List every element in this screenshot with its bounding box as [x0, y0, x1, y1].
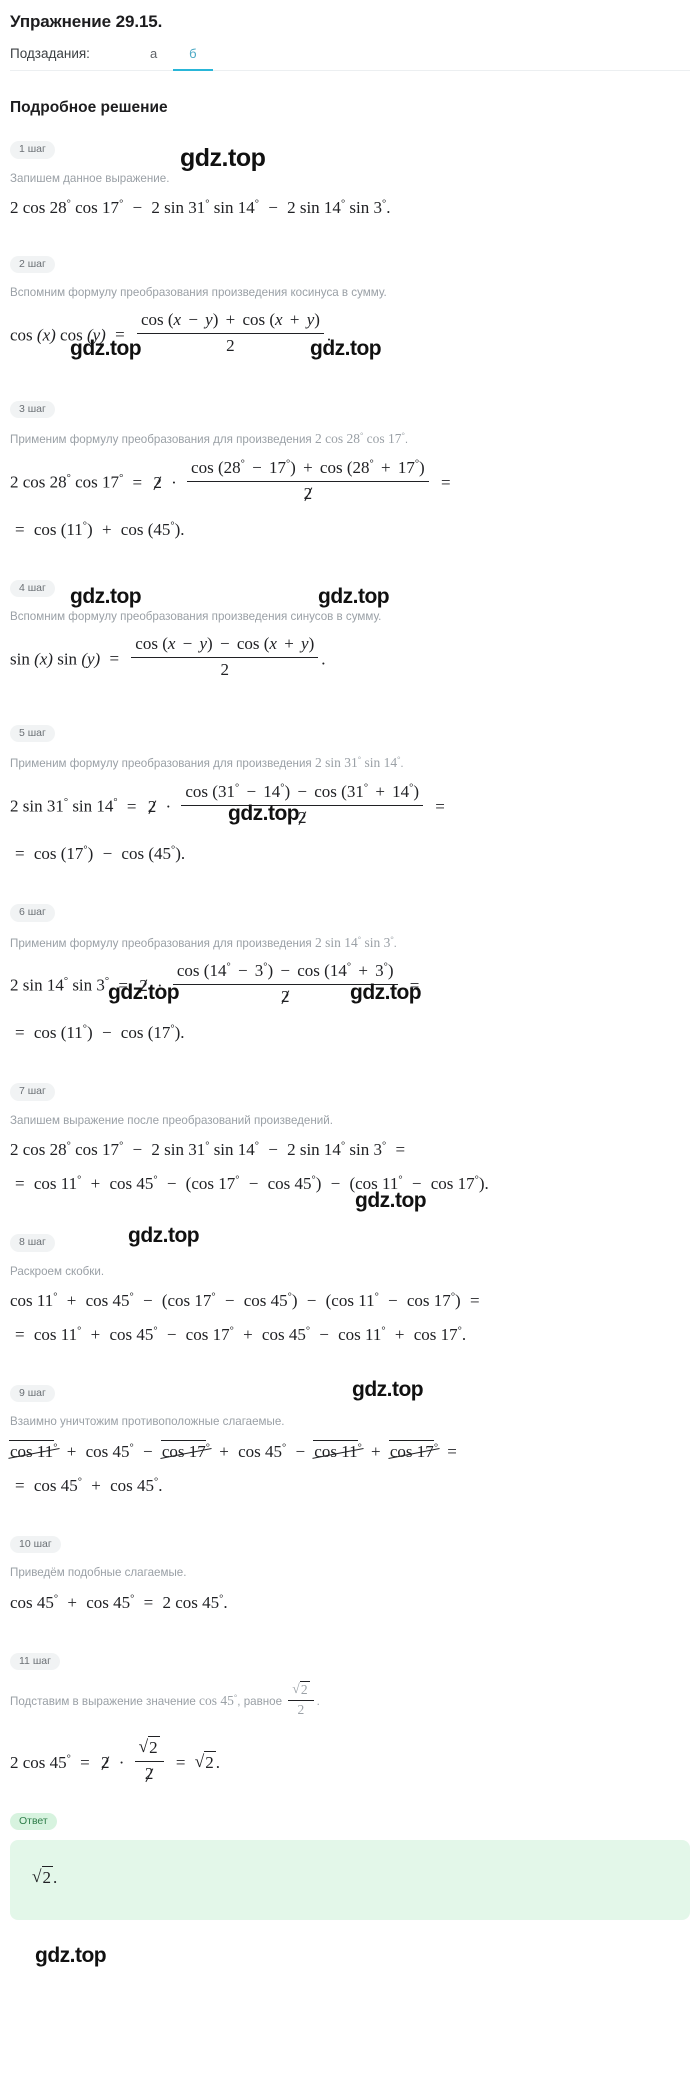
step-5: 5 шаг Применим формулу преобразования дл… — [10, 723, 690, 866]
tab-subtask-a[interactable]: а — [134, 44, 173, 71]
step-badge: 3 шаг — [10, 400, 55, 419]
step-description: Взаимно уничтожим противоположные слагае… — [10, 1415, 285, 1429]
math-formula-cos-product: cos (x) cos (y) = cos (x − y) + cos (x +… — [10, 310, 690, 361]
step-badge: 9 шаг — [10, 1384, 55, 1403]
math-step6-line1: 2 sin 14° sin 3° = 2 · cos (14° − 3°) − … — [10, 961, 690, 1011]
step-description: Приведём подобные слагаемые. — [10, 1566, 187, 1580]
step-description: Вспомним формулу преобразования произвед… — [10, 610, 382, 624]
step-7: 7 шаг Запишем выражение после преобразов… — [10, 1081, 690, 1196]
step-2: 2 шаг Вспомним формулу преобразования пр… — [10, 254, 690, 361]
step-badge: 10 шаг — [10, 1535, 61, 1554]
math-step6-line2: = cos (11°) − cos (17°). — [15, 1023, 185, 1043]
step-8: 8 шаг Раскроем скобки. cos 11° + cos 45°… — [10, 1232, 690, 1347]
step-description-math: 2 cos 28° cos 17° — [314, 431, 405, 447]
step-3: 3 шаг Применим формулу преобразования дл… — [10, 399, 690, 542]
subtasks-label: Подзадания: — [10, 46, 90, 61]
step-badge: 2 шаг — [10, 255, 55, 274]
step-description-suffix: . — [316, 1695, 320, 1709]
step-description-suffix: . — [393, 936, 397, 950]
step-description: Применим формулу преобразования для прои… — [10, 431, 690, 448]
step-description: Запишем выражение после преобразований п… — [10, 1113, 333, 1127]
step-description-math: 2 sin 31° sin 14° — [314, 755, 401, 771]
step-description-suffix: . — [400, 757, 404, 771]
step-description: Применим формулу преобразования для прои… — [10, 935, 690, 952]
math-step7-line1: 2 cos 28° cos 17° − 2 sin 31° sin 14° − … — [10, 1140, 406, 1160]
watermark-gdz-top: gdz.top — [35, 1944, 107, 1967]
math-step8-line1: cos 11° + cos 45° − (cos 17° − cos 45°) … — [10, 1291, 480, 1311]
step-badge: 5 шаг — [10, 724, 55, 743]
section-title: Подробное решение — [10, 99, 168, 116]
step-badge: 11 шаг — [10, 1652, 60, 1671]
solution-page: Упражнение 29.15. Подзадания: а б Подроб… — [0, 0, 700, 1921]
subtasks-bar: Подзадания: а б — [10, 44, 690, 71]
math-step8-line2: = cos 11° + cos 45° − cos 17° + cos 45° … — [15, 1324, 467, 1344]
step-11: 11 шаг Подставим в выражение значение co… — [10, 1651, 690, 1789]
step-description-text: Применим формулу преобразования для прои… — [10, 757, 312, 771]
math-step10-line1: cos 45° + cos 45° = 2 cos 45°. — [10, 1592, 228, 1612]
step-description-math: 2 sin 14° sin 3° — [314, 934, 394, 950]
math-formula-sin-product: sin (x) sin (y) = cos (x − y) − cos (x +… — [10, 634, 690, 685]
math-step9-line1: cos 11° + cos 45° − cos 17° + cos 45° − … — [9, 1439, 690, 1464]
math-step5-line2: = cos (17°) − cos (45°). — [15, 844, 186, 864]
step-badge: 7 шаг — [10, 1083, 55, 1101]
step-description-suffix: . — [404, 433, 409, 447]
step-description-text: Применим формулу преобразования для прои… — [10, 433, 312, 447]
step-description-text: Применим формулу преобразования для прои… — [10, 936, 312, 950]
step-1: 1 шаг Запишем данное выражение. 2 cos 28… — [10, 139, 690, 220]
math-expression-original: 2 cos 28° cos 17° − 2 sin 31° sin 14° − … — [10, 197, 391, 217]
step-description: Вспомним формулу преобразования произвед… — [10, 286, 387, 300]
step-description: Раскроем скобки. — [10, 1264, 105, 1278]
math-step9-line2: = cos 45° + cos 45°. — [15, 1475, 163, 1495]
step-10: 10 шаг Приведём подобные слагаемые. cos … — [10, 1534, 690, 1615]
math-step11-line1: 2 cos 45° = 2 · 2 2 = 2. — [10, 1735, 690, 1789]
math-answer-value: 2. — [32, 1865, 668, 1890]
step-badge: 8 шаг — [10, 1234, 55, 1252]
step-badge: 6 шаг — [10, 904, 55, 922]
subtask-tabs: а б — [134, 44, 213, 71]
math-step5-line1: 2 sin 31° sin 14° = 2 · cos (31° − 14°) … — [10, 782, 690, 832]
math-step7-line2: = cos 11° + cos 45° − (cos 17° − cos 45°… — [15, 1174, 489, 1194]
step-description: Применим формулу преобразования для прои… — [10, 755, 690, 772]
tab-subtask-b[interactable]: б — [173, 44, 213, 71]
step-9: 9 шаг Взаимно уничтожим противоположные … — [9, 1383, 690, 1498]
math-step3-line2: = cos (11°) + cos (45°). — [15, 520, 185, 540]
step-description-text: Подставим в выражение значение — [10, 1695, 196, 1709]
step-description-math: cos 45° — [199, 1692, 238, 1709]
step-badge: 4 шаг — [10, 579, 55, 598]
answer-section: Ответ 2. — [10, 1807, 690, 1921]
step-badge: 1 шаг — [10, 141, 55, 159]
step-4: 4 шаг Вспомним формулу преобразования пр… — [10, 578, 690, 685]
answer-badge: Ответ — [10, 1812, 57, 1831]
step-6: 6 шаг Применим формулу преобразования дл… — [10, 902, 690, 1045]
math-step3-line1: 2 cos 28° cos 17° = 2 · cos (28° − 17°) … — [10, 458, 690, 508]
page-title: Упражнение 29.15. — [10, 12, 163, 31]
step-description: Запишем данное выражение. — [10, 171, 170, 185]
step-description: Подставим в выражение значение cos 45°, … — [10, 1680, 690, 1721]
answer-box: 2. — [10, 1840, 690, 1921]
step-description-mid: , равное — [237, 1695, 283, 1709]
step-description-fraction: 22 — [285, 1680, 316, 1717]
